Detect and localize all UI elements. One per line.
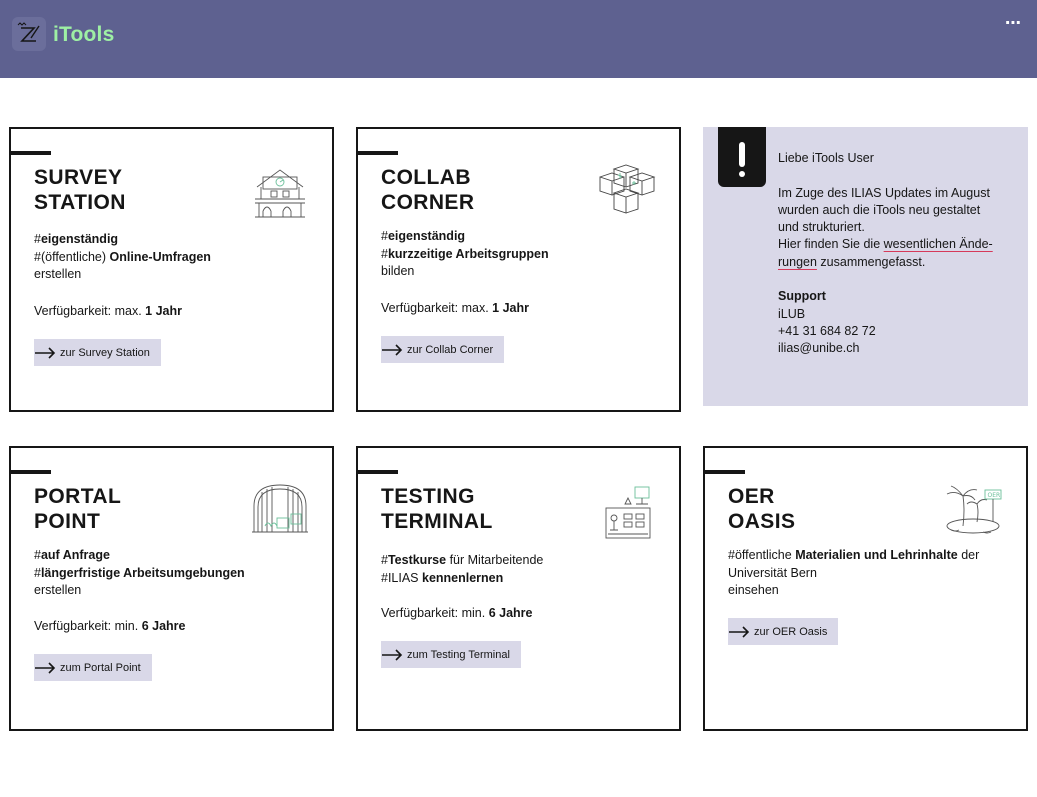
top-bar: iTools ⋯ xyxy=(0,0,1037,78)
island-icon: OER xyxy=(943,482,1005,541)
app-title[interactable]: iTools xyxy=(53,23,114,47)
notice-paragraph-line: Im Zuge des ILIAS Updates im August xyxy=(778,185,990,200)
changes-link-continued[interactable]: rungen xyxy=(778,255,817,269)
button-label: zur Survey Station xyxy=(60,346,150,359)
card-availability: Verfügbarkeit: max. 1 Jahr xyxy=(34,304,183,318)
info-notice: Liebe iTools User Im Zuge des ILIAS Upda… xyxy=(703,127,1028,406)
card-availability: Verfügbarkeit: max. 1 Jahr xyxy=(381,301,530,315)
arrow-right-icon xyxy=(35,661,56,674)
card-title: TESTING TERMINAL xyxy=(381,485,493,533)
support-phone: +41 31 684 82 72 xyxy=(778,323,876,338)
svg-text:OER: OER xyxy=(988,492,1001,499)
card-accent xyxy=(358,470,398,474)
support-org: iLUB xyxy=(778,306,806,321)
terminal-icon xyxy=(602,484,654,545)
card-collab-corner: COLLAB CORNER #eigenständig #kurzzeitige… xyxy=(356,127,681,412)
button-label: zum Portal Point xyxy=(60,661,141,674)
card-accent xyxy=(11,151,51,155)
arrow-right-icon xyxy=(382,648,403,661)
card-title: PORTAL POINT xyxy=(34,485,122,533)
portal-icon xyxy=(251,482,309,541)
button-label: zur OER Oasis xyxy=(754,625,828,638)
card-title: OER OASIS xyxy=(728,485,796,533)
survey-station-button[interactable]: zur Survey Station xyxy=(34,339,161,366)
card-availability: Verfügbarkeit: min. 6 Jahre xyxy=(34,619,186,633)
exclamation-icon xyxy=(718,127,766,187)
building-icon xyxy=(253,167,307,224)
notice-paragraph-line: wurden auch die iTools neu gestaltet xyxy=(778,202,981,217)
notice-paragraph-line: Hier finden Sie die wesentlichen Ände- xyxy=(778,237,993,252)
card-title: COLLAB CORNER xyxy=(381,166,475,214)
card-availability: Verfügbarkeit: min. 6 Jahre xyxy=(381,606,533,620)
testing-terminal-button[interactable]: zum Testing Terminal xyxy=(381,641,521,668)
card-accent xyxy=(705,470,745,474)
oer-oasis-button[interactable]: zur OER Oasis xyxy=(728,618,839,645)
itools-logo-icon[interactable] xyxy=(12,17,46,51)
more-menu-icon[interactable]: ⋯ xyxy=(1005,14,1021,34)
cubes-icon xyxy=(596,163,658,222)
card-description: #auf Anfrage #längerfristige Arbeitsumge… xyxy=(34,548,245,597)
card-survey-station: SURVEY STATION #eigenständig #(öffentlic… xyxy=(9,127,334,412)
card-portal-point: PORTAL POINT #auf Anfrage #längerfristig… xyxy=(9,446,334,731)
card-accent xyxy=(358,151,398,155)
support-email[interactable]: ilias@unibe.ch xyxy=(778,340,1008,357)
card-accent xyxy=(11,470,51,474)
support-heading: Support xyxy=(778,289,826,304)
arrow-right-icon xyxy=(729,625,750,638)
arrow-right-icon xyxy=(35,346,56,359)
portal-point-button[interactable]: zum Portal Point xyxy=(34,654,152,681)
card-title: SURVEY STATION xyxy=(34,166,126,214)
card-description: #eigenständig #kurzzeitige Arbeitsgruppe… xyxy=(381,229,549,278)
notice-paragraph-line: rungen zusammengefasst. xyxy=(778,254,926,269)
card-description: #öffentliche Materialien und Lehrinhalte… xyxy=(728,548,980,597)
card-oer-oasis: OER OASIS OER #öffentliche Materialien u… xyxy=(703,446,1028,731)
notice-text: Liebe iTools User Im Zuge des ILIAS Upda… xyxy=(778,150,1008,358)
button-label: zur Collab Corner xyxy=(407,343,494,356)
arrow-right-icon xyxy=(382,343,403,356)
notice-paragraph-line: und strukturiert. xyxy=(778,220,865,235)
button-label: zum Testing Terminal xyxy=(407,648,510,661)
card-testing-terminal: TESTING TERMINAL #Testkurse für Mitarbei… xyxy=(356,446,681,731)
card-description: #eigenständig #(öffentliche) Online-Umfr… xyxy=(34,232,211,281)
card-description: #Testkurse für Mitarbeitende #ILIAS kenn… xyxy=(381,553,544,585)
changes-link[interactable]: wesentlichen Ände- xyxy=(884,237,993,251)
notice-greeting: Liebe iTools User xyxy=(778,151,874,165)
collab-corner-button[interactable]: zur Collab Corner xyxy=(381,336,505,363)
